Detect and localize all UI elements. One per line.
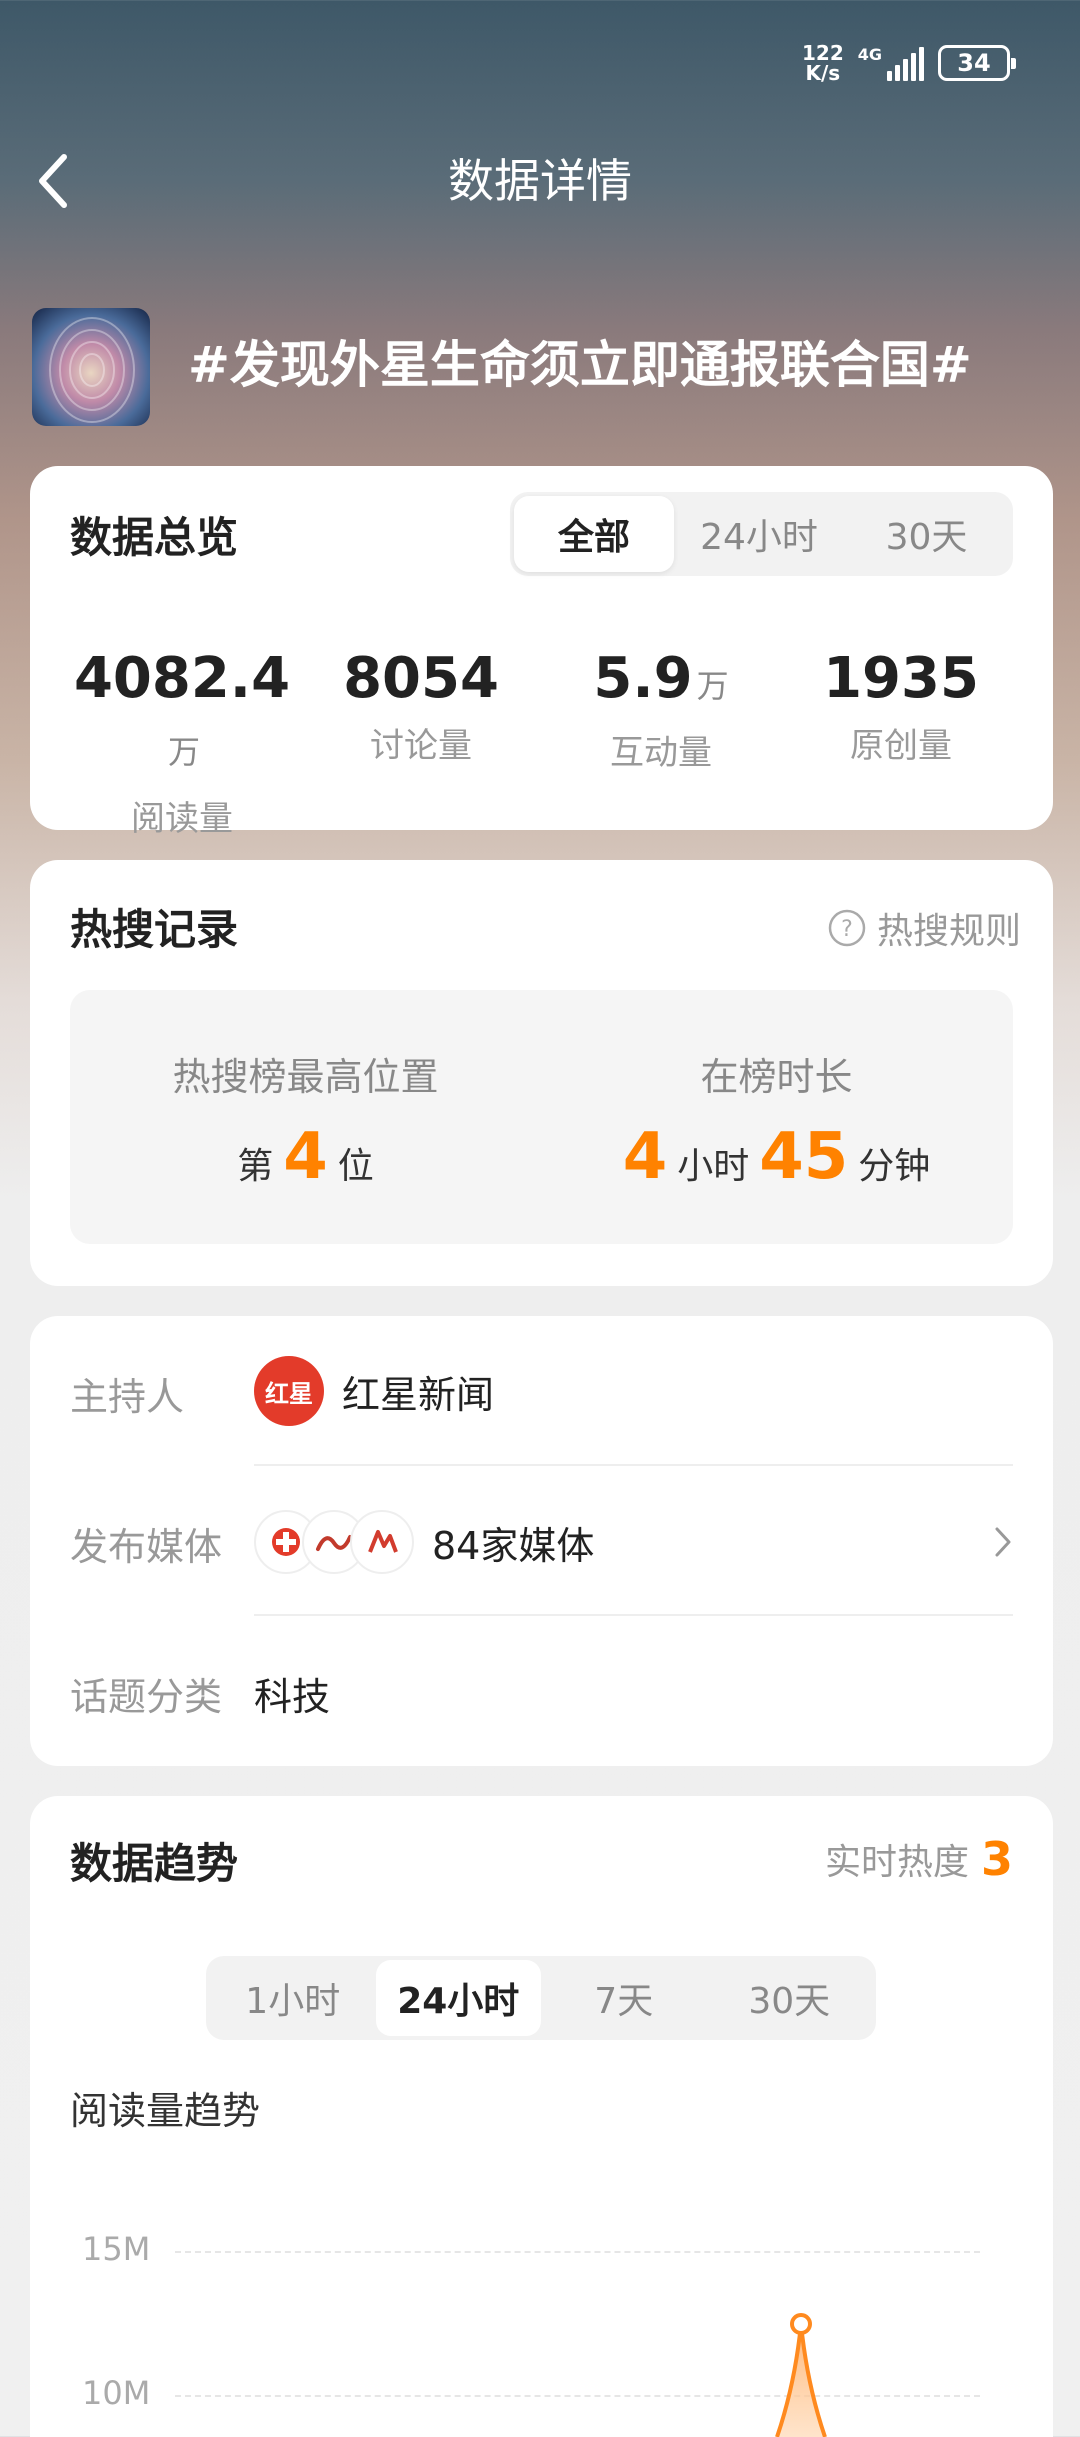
hot-search-card: 热搜记录 ? 热搜规则 热搜榜最高位置 第 4 位 在榜时长 4 小时 45 分… — [30, 860, 1053, 1286]
divider — [254, 1464, 1013, 1466]
stat-originals: 1935 原创量 — [781, 646, 1021, 767]
media-row[interactable]: 84家媒体 — [254, 1502, 1013, 1582]
stat-reads: 4082.4 万 阅读量 — [62, 646, 302, 840]
divider — [254, 1614, 1013, 1616]
media-count: 84家媒体 — [432, 1523, 595, 1568]
highest-rank: 热搜榜最高位置 第 4 位 — [70, 990, 541, 1189]
read-trend-chart: 15M 10M — [30, 2200, 1053, 2437]
media-label: 发布媒体 — [70, 1525, 223, 1569]
hot-search-summary: 热搜榜最高位置 第 4 位 在榜时长 4 小时 45 分钟 — [70, 990, 1013, 1244]
network-speed: 122 K/s — [802, 43, 844, 83]
hours-value: 4 — [622, 1120, 668, 1194]
stat-discussions: 8054 讨论量 — [301, 646, 541, 767]
tab-30d[interactable]: 30天 — [707, 1960, 873, 2036]
help-icon: ? — [828, 909, 866, 947]
tab-7d[interactable]: 7天 — [541, 1960, 707, 2036]
speed-value: 122 — [801, 41, 844, 65]
host-name: 红星新闻 — [342, 1372, 495, 1417]
category-label: 话题分类 — [70, 1675, 223, 1719]
hours-unit: 小时 — [677, 1146, 750, 1187]
stat-value: 1935 — [823, 646, 979, 711]
tab-24h[interactable]: 24小时 — [674, 496, 844, 572]
media-logo-3 — [350, 1510, 414, 1574]
heat-value: 3 — [980, 1832, 1013, 1886]
trend-line — [775, 2313, 827, 2437]
realtime-heat: 实时热度 3 — [825, 1832, 1013, 1886]
minutes-value: 45 — [759, 1120, 849, 1194]
network-type: 4G — [857, 45, 882, 64]
stat-value: 5.9 — [593, 646, 693, 711]
overview-card: 数据总览 全部 24小时 30天 4082.4 万 阅读量 8054 讨论量 5.… — [30, 466, 1053, 839]
stat-label: 阅读量 — [131, 799, 233, 839]
media-logos — [254, 1510, 414, 1574]
svg-text:?: ? — [841, 917, 853, 942]
overview-title: 数据总览 — [70, 513, 239, 562]
on-list-duration: 在榜时长 4 小时 45 分钟 — [541, 990, 1012, 1189]
hot-search-rules-link[interactable]: ? 热搜规则 — [827, 902, 1021, 954]
highest-rank-label: 热搜榜最高位置 — [172, 1055, 439, 1099]
tab-24h[interactable]: 24小时 — [375, 1960, 541, 2036]
stat-unit: 万 — [696, 667, 729, 705]
stat-unit: 万 — [167, 733, 200, 771]
battery-level: 34 — [957, 49, 991, 77]
stat-label: 互动量 — [610, 733, 712, 773]
hot-search-title: 热搜记录 — [70, 905, 239, 954]
trend-title: 数据趋势 — [70, 1839, 239, 1888]
rank-suffix: 位 — [337, 1146, 374, 1187]
rank-value: 4 — [283, 1120, 328, 1194]
chart-title: 阅读量趋势 — [70, 2089, 261, 2133]
speed-unit: K/s — [805, 61, 841, 85]
trend-range-tabs: 1小时 24小时 7天 30天 — [206, 1956, 876, 2040]
chevron-right-icon — [995, 1527, 1011, 1557]
stat-value: 8054 — [343, 646, 499, 711]
duration-label: 在榜时长 — [700, 1055, 853, 1099]
rank-prefix: 第 — [237, 1146, 274, 1187]
host-label: 主持人 — [70, 1375, 185, 1419]
stat-value: 4082.4 — [73, 646, 291, 711]
trend-peak-point — [790, 2313, 812, 2335]
stat-label: 原创量 — [850, 726, 952, 766]
status-bar: 122 K/s 4G 34 — [802, 38, 1016, 88]
overview-range-tabs: 全部 24小时 30天 — [510, 492, 1013, 576]
rules-label: 热搜规则 — [876, 911, 1021, 952]
topic-avatar — [32, 308, 150, 426]
tab-1h[interactable]: 1小时 — [210, 1960, 376, 2036]
heat-label: 实时热度 — [824, 1842, 969, 1883]
host-row[interactable]: 红星 红星新闻 — [254, 1356, 494, 1426]
tab-30d[interactable]: 30天 — [844, 496, 1009, 572]
topic-info-card: 主持人 红星 红星新闻 发布媒体 84家媒体 话题分类 科技 — [30, 1316, 1053, 1766]
topic-title: #发现外星生命须立即通报联合国# — [188, 336, 972, 394]
category-value: 科技 — [254, 1675, 331, 1719]
tab-all[interactable]: 全部 — [514, 496, 674, 572]
page-title: 数据详情 — [448, 154, 632, 208]
minutes-unit: 分钟 — [858, 1146, 931, 1187]
battery-icon: 34 — [938, 45, 1016, 81]
stat-label: 讨论量 — [370, 726, 472, 766]
signal-icon: 4G — [858, 45, 924, 81]
stat-interactions: 5.9 万 互动量 — [541, 646, 781, 774]
host-logo: 红星 — [254, 1356, 324, 1426]
